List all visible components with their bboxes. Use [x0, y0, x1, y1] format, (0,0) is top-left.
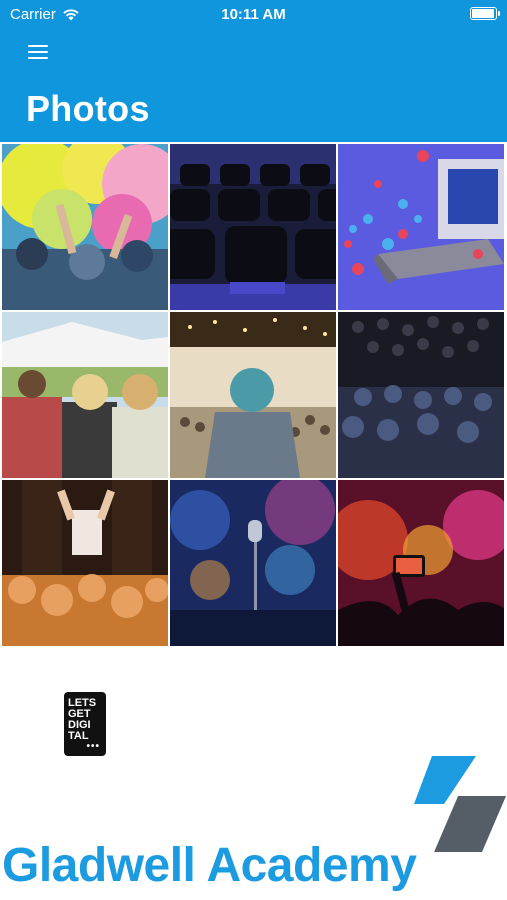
- photo-thumbnail-7[interactable]: [2, 480, 168, 646]
- battery-icon: [470, 7, 500, 20]
- photo-thumbnail-2[interactable]: [170, 144, 336, 310]
- photo-thumbnail-5[interactable]: [170, 312, 336, 478]
- photo-thumbnail-9[interactable]: [338, 480, 504, 646]
- app-header: Carrier 10:11 AM Photos: [0, 0, 507, 142]
- dots-icon: •••: [86, 741, 100, 752]
- battery-level-fill: [472, 9, 494, 18]
- lets-get-digital-logo: LETS GET DIGI TAL •••: [64, 692, 106, 756]
- academy-name: Gladwell Academy: [2, 839, 417, 892]
- page-title: Photos: [26, 88, 150, 129]
- photo-thumbnail-1[interactable]: [2, 144, 168, 310]
- status-time: 10:11 AM: [221, 6, 286, 23]
- academy-diamond-logo: [414, 756, 506, 852]
- photo-grid: [2, 144, 504, 646]
- photo-thumbnail-6[interactable]: [338, 312, 504, 478]
- hamburger-menu-icon[interactable]: [22, 38, 54, 66]
- status-bar: Carrier 10:11 AM: [0, 0, 507, 28]
- photo-thumbnail-8[interactable]: [170, 480, 336, 646]
- photo-thumbnail-4[interactable]: [2, 312, 168, 478]
- photo-thumbnail-3[interactable]: [338, 144, 504, 310]
